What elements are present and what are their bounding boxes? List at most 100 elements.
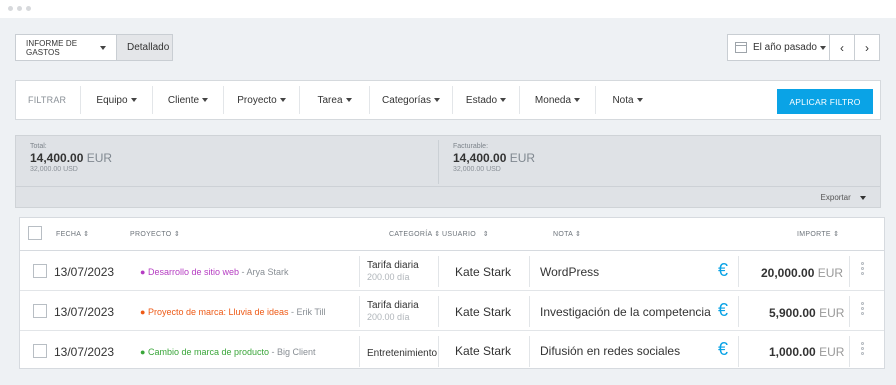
filter-categories-dropdown[interactable]: Categorías: [369, 86, 452, 114]
chevron-left-icon: ‹: [840, 40, 844, 55]
column-project-header[interactable]: PROYECTO ⇕: [130, 230, 180, 238]
date-range-label: El año pasado: [753, 42, 817, 53]
cell-divider: [359, 296, 360, 327]
cell-divider: [438, 296, 439, 327]
filter-team-dropdown[interactable]: Equipo: [80, 86, 152, 114]
row-project[interactable]: ● Desarrollo de sitio web - Arya Stark: [140, 267, 289, 277]
column-category-header[interactable]: CATEGORÍA ⇕: [389, 230, 440, 238]
row-project-name: Proyecto de marca: Lluvia de ideas: [147, 307, 289, 317]
row-amount: 1,000.00 EUR: [769, 345, 844, 359]
window-dot: [8, 6, 13, 11]
column-project-label: PROYECTO: [130, 231, 172, 238]
row-amount-currency: EUR: [817, 266, 844, 280]
row-category-rate: 200.00 día: [367, 272, 410, 282]
filter-note-dropdown[interactable]: Nota: [595, 86, 659, 114]
select-all-checkbox[interactable]: [28, 226, 42, 240]
row-project[interactable]: ● Proyecto de marca: Lluvia de ideas - E…: [140, 307, 326, 317]
column-amount-label: IMPORTE: [797, 231, 831, 238]
filter-currency-dropdown[interactable]: Moneda: [519, 86, 595, 114]
filter-bar: FILTRAR Equipo Cliente Proyecto Tarea Ca…: [15, 80, 881, 120]
filter-label: FILTRAR: [28, 95, 67, 105]
cell-divider: [529, 296, 530, 327]
sort-icon: ⇕: [173, 231, 180, 238]
euro-currency-icon: €: [718, 260, 729, 280]
sort-icon: ⇕: [575, 231, 582, 238]
row-more-options-icon[interactable]: [861, 342, 865, 357]
chevron-right-icon: ›: [865, 40, 869, 55]
caret-down-icon: [345, 98, 352, 102]
row-client: - Erik Till: [291, 307, 326, 317]
row-checkbox[interactable]: [33, 264, 47, 278]
column-date-header[interactable]: FECHA ⇕: [56, 230, 89, 238]
cell-divider: [738, 296, 739, 327]
cell-divider: [438, 336, 439, 367]
filter-project-dropdown[interactable]: Proyecto: [223, 86, 299, 114]
table-row[interactable]: 13/07/2023 ● Cambio de marca de producto…: [20, 332, 884, 371]
row-category-rate: 200.00 día: [367, 312, 410, 322]
summary-billable-label: Facturable:: [453, 143, 489, 150]
project-dot-icon: ●: [140, 267, 146, 277]
report-view-selector: INFORME DE GASTOS Detallado: [15, 34, 173, 61]
date-range-dropdown[interactable]: El año pasado: [727, 34, 831, 61]
summary-total-usd: 32,000.00 USD: [30, 166, 78, 173]
filter-client-dropdown[interactable]: Cliente: [152, 86, 223, 114]
caret-down-icon: [433, 98, 440, 102]
column-date-label: FECHA: [56, 231, 81, 238]
window-dot: [17, 6, 22, 11]
export-row: Exportar: [16, 186, 880, 208]
caret-down-icon: [860, 195, 866, 200]
row-more-options-icon[interactable]: [861, 302, 865, 317]
summary-total-currency: EUR: [86, 151, 113, 165]
report-type-dropdown[interactable]: INFORME DE GASTOS: [16, 35, 117, 60]
caret-down-icon: [279, 98, 286, 102]
previous-period-button[interactable]: ‹: [829, 34, 855, 61]
filter-task-dropdown[interactable]: Tarea: [299, 86, 369, 114]
row-amount-value: 20,000.00: [761, 266, 815, 280]
filter-team-label: Equipo: [96, 94, 128, 106]
row-amount: 20,000.00 EUR: [761, 266, 843, 280]
row-category: Tarifa diaria 200.00 día: [367, 300, 419, 322]
row-more-options-icon[interactable]: [861, 262, 865, 277]
row-user: Kate Stark: [455, 305, 512, 319]
sort-icon: ⇕: [482, 231, 489, 238]
row-date: 13/07/2023: [54, 345, 115, 359]
table-header: FECHA ⇕ PROYECTO ⇕ CATEGORÍA ⇕ USUARIO ⇕…: [20, 218, 884, 251]
column-category-label: CATEGORÍA: [389, 231, 433, 238]
sort-icon: ⇕: [83, 231, 90, 238]
row-category-name: Entretenimiento: [367, 348, 438, 359]
column-note-header[interactable]: NOTA ⇕: [553, 230, 581, 238]
next-period-button[interactable]: ›: [854, 34, 880, 61]
summary-total-value: 14,400.00: [30, 151, 84, 165]
row-note: Investigación de la competencia: [540, 305, 711, 319]
cell-divider: [738, 256, 739, 287]
row-amount-currency: EUR: [819, 345, 845, 359]
column-amount-header[interactable]: IMPORTE ⇕: [797, 230, 839, 238]
filter-status-dropdown[interactable]: Estado: [452, 86, 519, 114]
row-date: 13/07/2023: [54, 305, 115, 319]
window-titlebar: [0, 0, 896, 18]
caret-down-icon: [500, 98, 507, 102]
cell-divider: [738, 336, 739, 367]
table-row[interactable]: 13/07/2023 ● Proyecto de marca: Lluvia d…: [20, 292, 884, 331]
apply-filter-button[interactable]: APLICAR FILTRO: [777, 89, 873, 114]
column-user-label: USUARIO: [442, 231, 476, 238]
summary-divider: [438, 140, 439, 184]
filter-note-label: Nota: [612, 94, 634, 106]
row-project-name: Cambio de marca de producto: [147, 347, 270, 357]
cell-divider: [359, 336, 360, 367]
row-checkbox[interactable]: [33, 304, 47, 318]
expense-summary: Total: 14,400.00 EUR 32,000.00 USD Factu…: [15, 135, 881, 208]
view-detailed-button[interactable]: Detallado: [117, 35, 172, 60]
row-checkbox[interactable]: [33, 344, 47, 358]
sort-icon: ⇕: [833, 231, 840, 238]
calendar-icon: [735, 42, 747, 53]
caret-down-icon: [574, 98, 581, 102]
row-project[interactable]: ● Cambio de marca de producto - Big Clie…: [140, 347, 316, 357]
table-row[interactable]: 13/07/2023 ● Desarrollo de sitio web - A…: [20, 252, 884, 291]
filter-project-label: Proyecto: [237, 94, 277, 106]
export-dropdown[interactable]: Exportar: [821, 193, 866, 202]
row-category-name: Tarifa diaria: [367, 260, 419, 271]
project-dot-icon: ●: [140, 307, 146, 317]
summary-billable-usd: 32,000.00 USD: [453, 166, 501, 173]
column-user-header[interactable]: USUARIO ⇕: [442, 230, 489, 238]
